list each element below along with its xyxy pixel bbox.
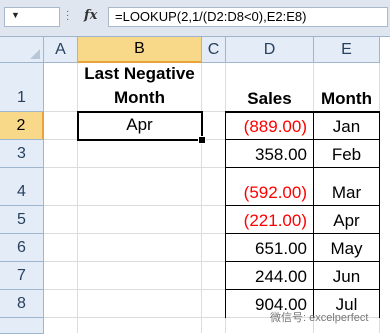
cell-d1-sales-header[interactable]: Sales: [226, 89, 313, 111]
table-divider: [313, 112, 314, 318]
cell-month-value[interactable]: Apr: [314, 206, 379, 233]
watermark-text: 微信号: excelperfect: [270, 312, 369, 324]
column-header-a[interactable]: A: [44, 37, 78, 63]
column-header-c[interactable]: C: [202, 37, 226, 63]
cell-sales-value[interactable]: 651.00: [226, 234, 313, 261]
insert-function-button[interactable]: fx: [84, 8, 97, 23]
cell-sales-value[interactable]: (221.00): [226, 206, 313, 233]
row-header-4[interactable]: 4: [0, 168, 44, 206]
cell-sales-value[interactable]: 244.00: [226, 262, 313, 289]
name-box[interactable]: ▼: [4, 7, 60, 27]
row-header-9[interactable]: [0, 318, 44, 334]
cell-b1-title-line2[interactable]: Month: [78, 87, 201, 111]
cell-month-value[interactable]: Jan: [314, 112, 379, 139]
gridline: [379, 63, 380, 333]
select-all-button[interactable]: [0, 37, 44, 63]
cell-month-value[interactable]: Jun: [314, 262, 379, 289]
cell-month-value[interactable]: Mar: [314, 168, 379, 205]
row-header-3[interactable]: 3: [0, 140, 44, 168]
formula-input[interactable]: =LOOKUP(2,1/(D2:D8<0),E2:E8): [108, 7, 388, 27]
active-cell-border: [77, 111, 203, 141]
cell-month-value[interactable]: Feb: [314, 140, 379, 167]
cell-sales-value[interactable]: 358.00: [226, 140, 313, 167]
row-header-1[interactable]: 1: [0, 63, 44, 112]
cell-e1-month-header[interactable]: Month: [314, 89, 379, 111]
row-header-2[interactable]: 2: [0, 112, 44, 140]
chevron-down-icon[interactable]: ▼: [11, 10, 20, 20]
column-header-b[interactable]: B: [78, 37, 202, 63]
column-header-e[interactable]: E: [314, 37, 380, 63]
gridline: [201, 63, 202, 333]
cell-sales-value[interactable]: (592.00): [226, 168, 313, 205]
formula-bar: ▼ · · · fx =LOOKUP(2,1/(D2:D8<0),E2:E8): [0, 0, 390, 37]
cell-month-value[interactable]: May: [314, 234, 379, 261]
formula-bar-splitter[interactable]: · · ·: [66, 7, 69, 25]
cell-sales-value[interactable]: (889.00): [226, 112, 313, 139]
row-header-6[interactable]: 6: [0, 234, 44, 262]
cell-b1-title-line1[interactable]: Last Negative: [78, 63, 201, 87]
column-header-d[interactable]: D: [226, 37, 314, 63]
row-header-7[interactable]: 7: [0, 262, 44, 290]
fill-handle[interactable]: [198, 136, 206, 144]
row-header-8[interactable]: 8: [0, 290, 44, 318]
row-header-5[interactable]: 5: [0, 206, 44, 234]
